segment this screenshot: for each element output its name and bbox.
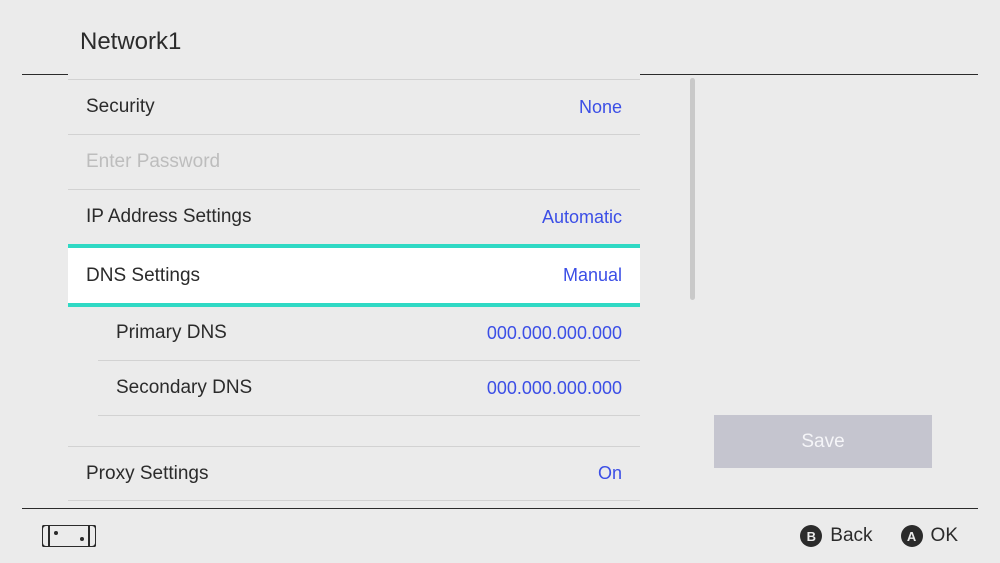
setting-label: DNS Settings: [86, 265, 200, 287]
back-label: Back: [830, 525, 872, 547]
controller-icon: [42, 525, 96, 547]
setting-password[interactable]: Enter Password: [68, 135, 640, 190]
setting-value: On: [598, 463, 622, 484]
setting-security[interactable]: Security None: [68, 80, 640, 135]
scrollbar[interactable]: [690, 78, 695, 300]
setting-label: Security: [86, 96, 155, 118]
setting-dns[interactable]: DNS Settings Manual: [68, 244, 640, 307]
b-button-icon: B: [800, 525, 822, 547]
setting-label: Enter Password: [86, 151, 220, 173]
setting-value: None: [579, 97, 622, 118]
setting-ip-address[interactable]: IP Address Settings Automatic: [68, 190, 640, 245]
setting-secondary-dns[interactable]: Secondary DNS 000.000.000.000: [98, 361, 640, 416]
setting-proxy[interactable]: Proxy Settings On: [68, 446, 640, 501]
setting-value: Automatic: [542, 207, 622, 228]
footer: B Back A OK: [22, 508, 978, 563]
setting-label: IP Address Settings: [86, 206, 251, 228]
ok-label: OK: [931, 525, 958, 547]
settings-list: SSID MySSID Security None Enter Password…: [68, 65, 640, 503]
right-pane: Save: [714, 415, 932, 468]
page-title: Network1: [80, 28, 978, 56]
setting-value: 000.000.000.000: [487, 378, 622, 399]
back-action[interactable]: B Back: [800, 525, 872, 547]
setting-primary-dns[interactable]: Primary DNS 000.000.000.000: [98, 306, 640, 361]
setting-value: Manual: [563, 265, 622, 286]
a-button-icon: A: [901, 525, 923, 547]
header: Network1: [22, 0, 978, 75]
setting-label: Primary DNS: [116, 322, 227, 344]
setting-label: Proxy Settings: [86, 463, 209, 485]
footer-actions: B Back A OK: [800, 525, 958, 547]
save-button[interactable]: Save: [714, 415, 932, 468]
ok-action[interactable]: A OK: [901, 525, 958, 547]
setting-label: Secondary DNS: [116, 377, 252, 399]
setting-value: 000.000.000.000: [487, 323, 622, 344]
setting-ssid[interactable]: SSID MySSID: [68, 65, 640, 80]
